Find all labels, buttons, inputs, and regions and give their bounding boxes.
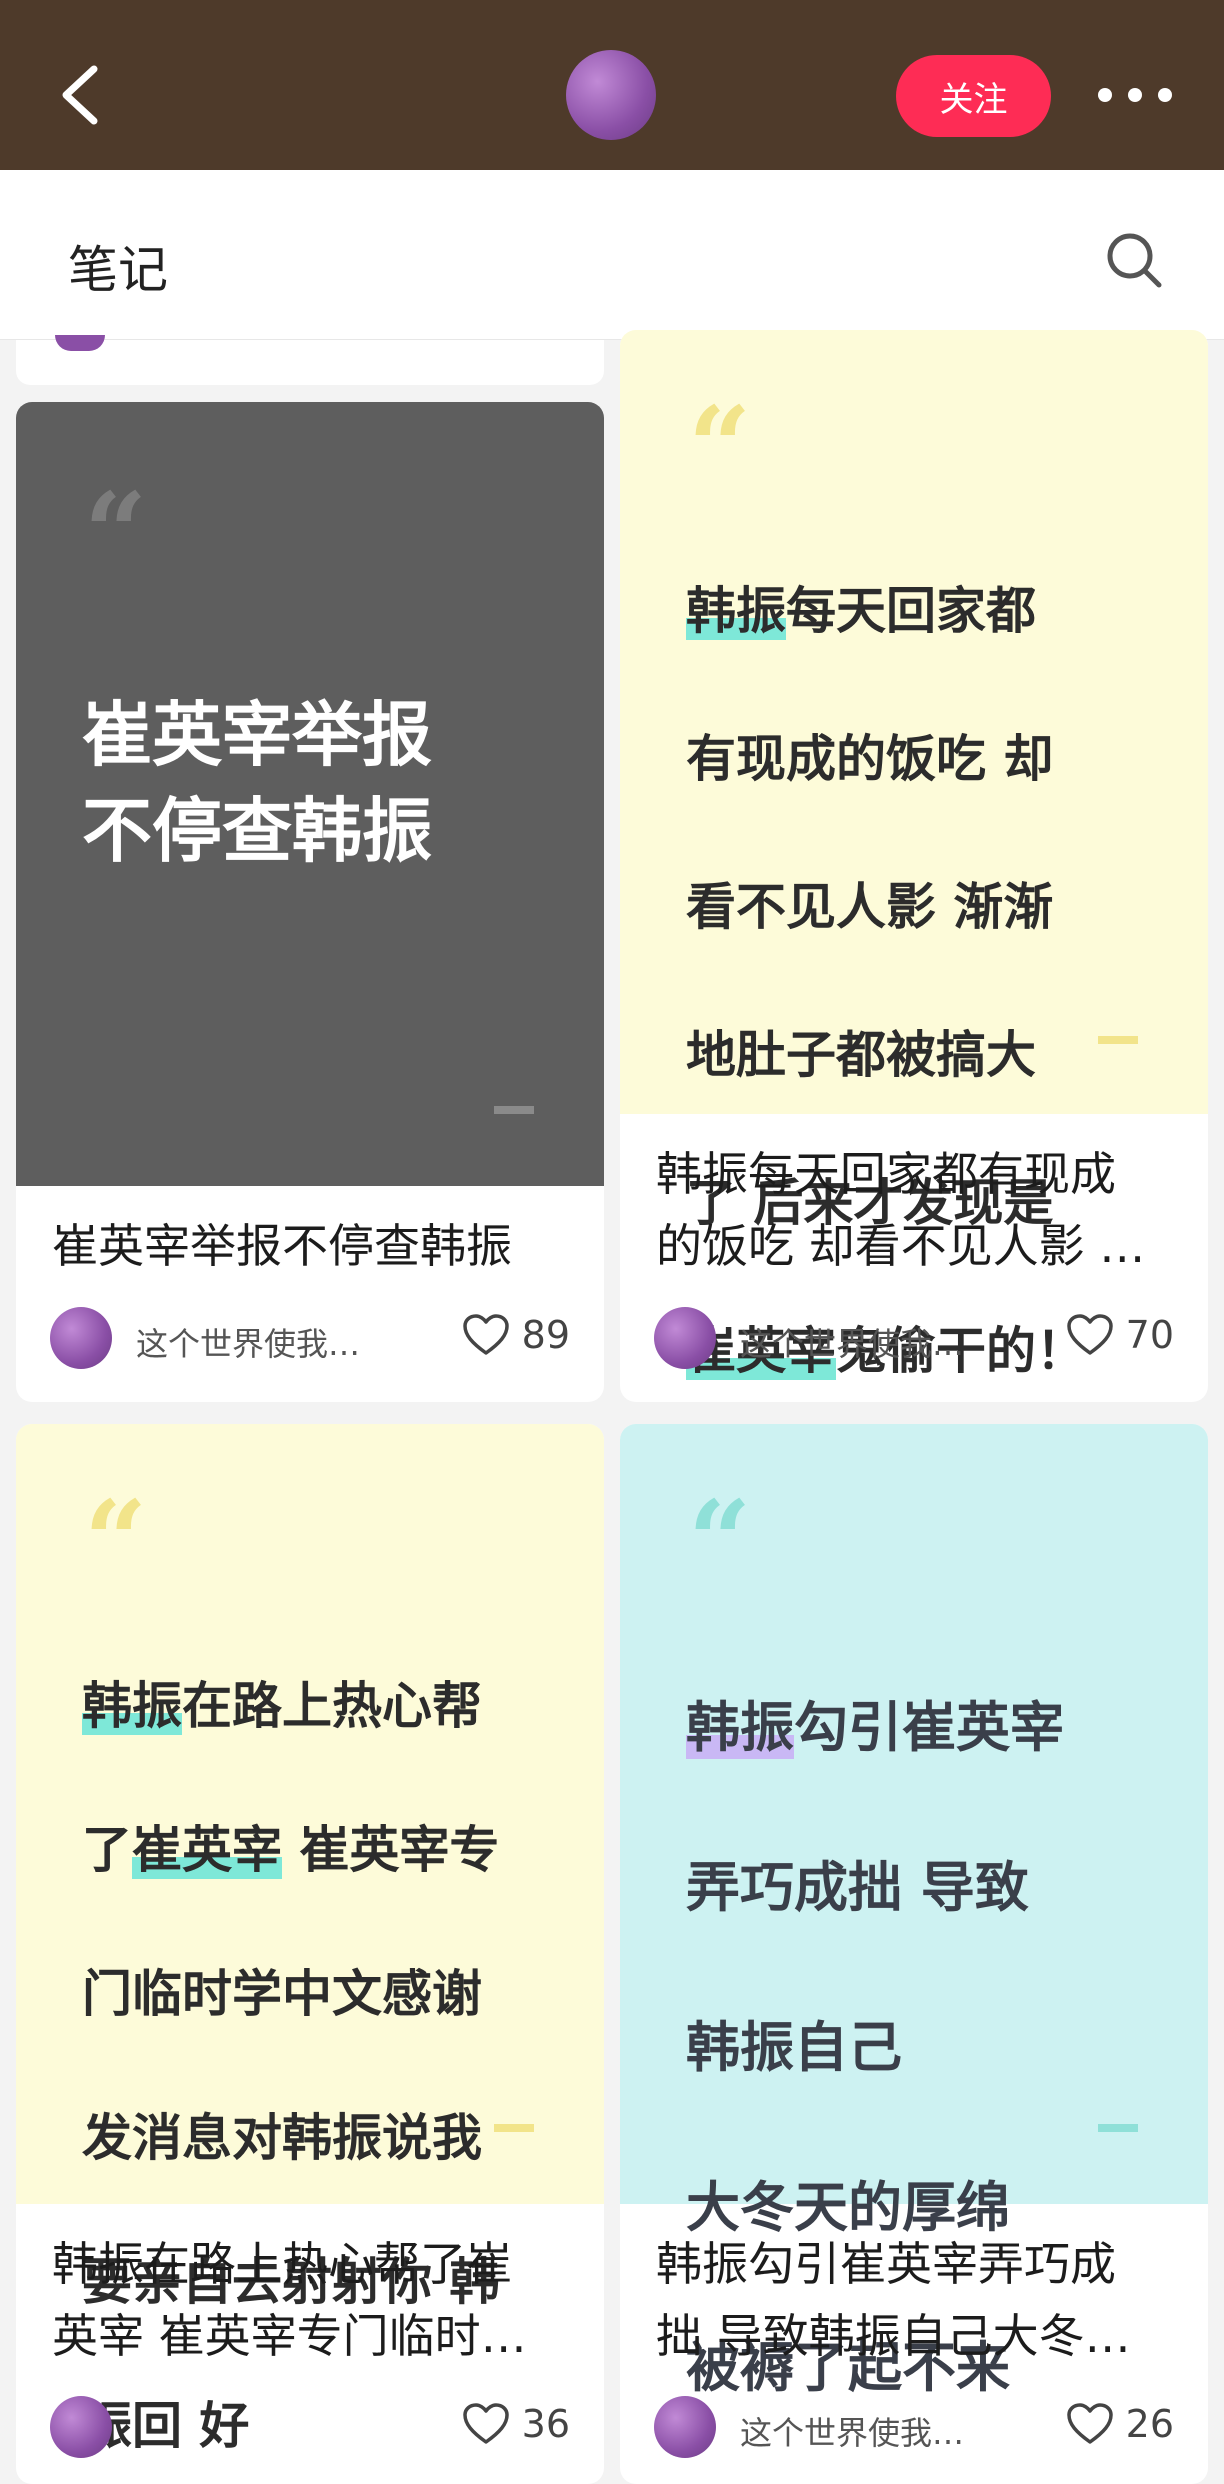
heart-icon	[1066, 2403, 1113, 2444]
like-button[interactable]: 36	[462, 2402, 570, 2446]
note-cover: “ 韩振勾引崔英宰 弄巧成拙 导致 韩振自己 大冬天的厚绵 被褥了起不来	[620, 1424, 1208, 2399]
note-meta: 这个世界使我… 26	[654, 2396, 1174, 2462]
search-icon[interactable]	[1104, 230, 1164, 290]
like-button[interactable]: 70	[1066, 1313, 1174, 1357]
note-card[interactable]: “ 崔英宰举报 不停查韩振 崔英宰举报不停查韩振 这个世界使我… 89	[16, 402, 604, 1402]
author-name[interactable]: 这个世界使我…	[740, 1319, 964, 1365]
cover-dash	[1098, 2124, 1138, 2132]
heart-icon	[1066, 1314, 1113, 1355]
note-caption: 崔英宰举报不停查韩振	[52, 1219, 512, 1273]
note-meta: 36	[50, 2396, 570, 2462]
heart-icon	[462, 1314, 509, 1355]
cover-text: 崔英宰举报 不停查韩振	[82, 694, 432, 872]
note-card[interactable]: “ 韩振勾引崔英宰 弄巧成拙 导致 韩振自己 大冬天的厚绵 被褥了起不来 韩振勾…	[620, 1424, 1208, 2484]
follow-button[interactable]: 关注	[896, 55, 1051, 137]
note-cover: “ 韩振在路上热心帮 了崔英宰 崔英宰专 门临时学中文感谢 发消息对韩振说我 要…	[16, 1424, 604, 2455]
quote-mark-icon: “	[84, 1476, 148, 1605]
cover-dash	[1098, 1036, 1138, 1044]
author-avatar[interactable]	[50, 2396, 112, 2458]
top-bar: 关注	[0, 0, 1224, 170]
notes-header: 笔记	[0, 170, 1224, 340]
note-meta: 这个世界使我… 70	[654, 1307, 1174, 1373]
like-count: 89	[521, 1313, 570, 1357]
like-button[interactable]: 26	[1066, 2402, 1174, 2446]
note-cover: “ 韩振每天回家都 有现成的饭吃 却 看不见人影 渐渐 地肚子都被搞大 了 后来…	[620, 330, 1208, 1380]
note-cover: “ 崔英宰举报 不停查韩振	[16, 402, 604, 1186]
cover-dash	[494, 1106, 534, 1114]
note-meta: 这个世界使我… 89	[50, 1307, 570, 1373]
profile-avatar[interactable]	[566, 50, 656, 140]
author-avatar[interactable]	[654, 2396, 716, 2458]
like-count: 26	[1125, 2402, 1174, 2446]
like-button[interactable]: 89	[462, 1313, 570, 1357]
quote-mark-icon: “	[84, 468, 148, 597]
back-arrow-icon[interactable]	[50, 55, 110, 135]
author-name[interactable]: 这个世界使我…	[740, 2408, 964, 2454]
like-count: 36	[521, 2402, 570, 2446]
quote-mark-icon: “	[688, 382, 752, 511]
highlight-name: 崔英宰	[132, 1821, 282, 1879]
previous-card-edge	[16, 340, 604, 385]
author-avatar[interactable]	[50, 1307, 112, 1369]
section-title: 笔记	[68, 241, 168, 299]
note-card[interactable]: “ 韩振在路上热心帮 了崔英宰 崔英宰专 门临时学中文感谢 发消息对韩振说我 要…	[16, 1424, 604, 2484]
author-name[interactable]: 这个世界使我…	[136, 1319, 360, 1365]
note-caption: 韩振勾引崔英宰弄巧成 拙 导致韩振自己大冬…	[656, 2237, 1131, 2363]
highlight-name: 韩振	[686, 1696, 794, 1759]
highlight-name: 韩振	[82, 1677, 182, 1735]
author-avatar[interactable]	[654, 1307, 716, 1369]
highlight-name: 韩振	[686, 582, 786, 640]
note-caption: 韩振在路上热心帮了崔 英宰 崔英宰专门临时…	[52, 2237, 527, 2363]
heart-icon	[462, 2403, 509, 2444]
note-card[interactable]: “ 韩振每天回家都 有现成的饭吃 却 看不见人影 渐渐 地肚子都被搞大 了 后来…	[620, 330, 1208, 1402]
like-count: 70	[1125, 1313, 1174, 1357]
quote-mark-icon: “	[688, 1476, 752, 1605]
note-caption: 韩振每天回家都有现成 的饭吃 却看不见人影 …	[656, 1147, 1146, 1273]
cover-dash	[494, 2124, 534, 2132]
more-dots-icon[interactable]	[1090, 70, 1180, 120]
